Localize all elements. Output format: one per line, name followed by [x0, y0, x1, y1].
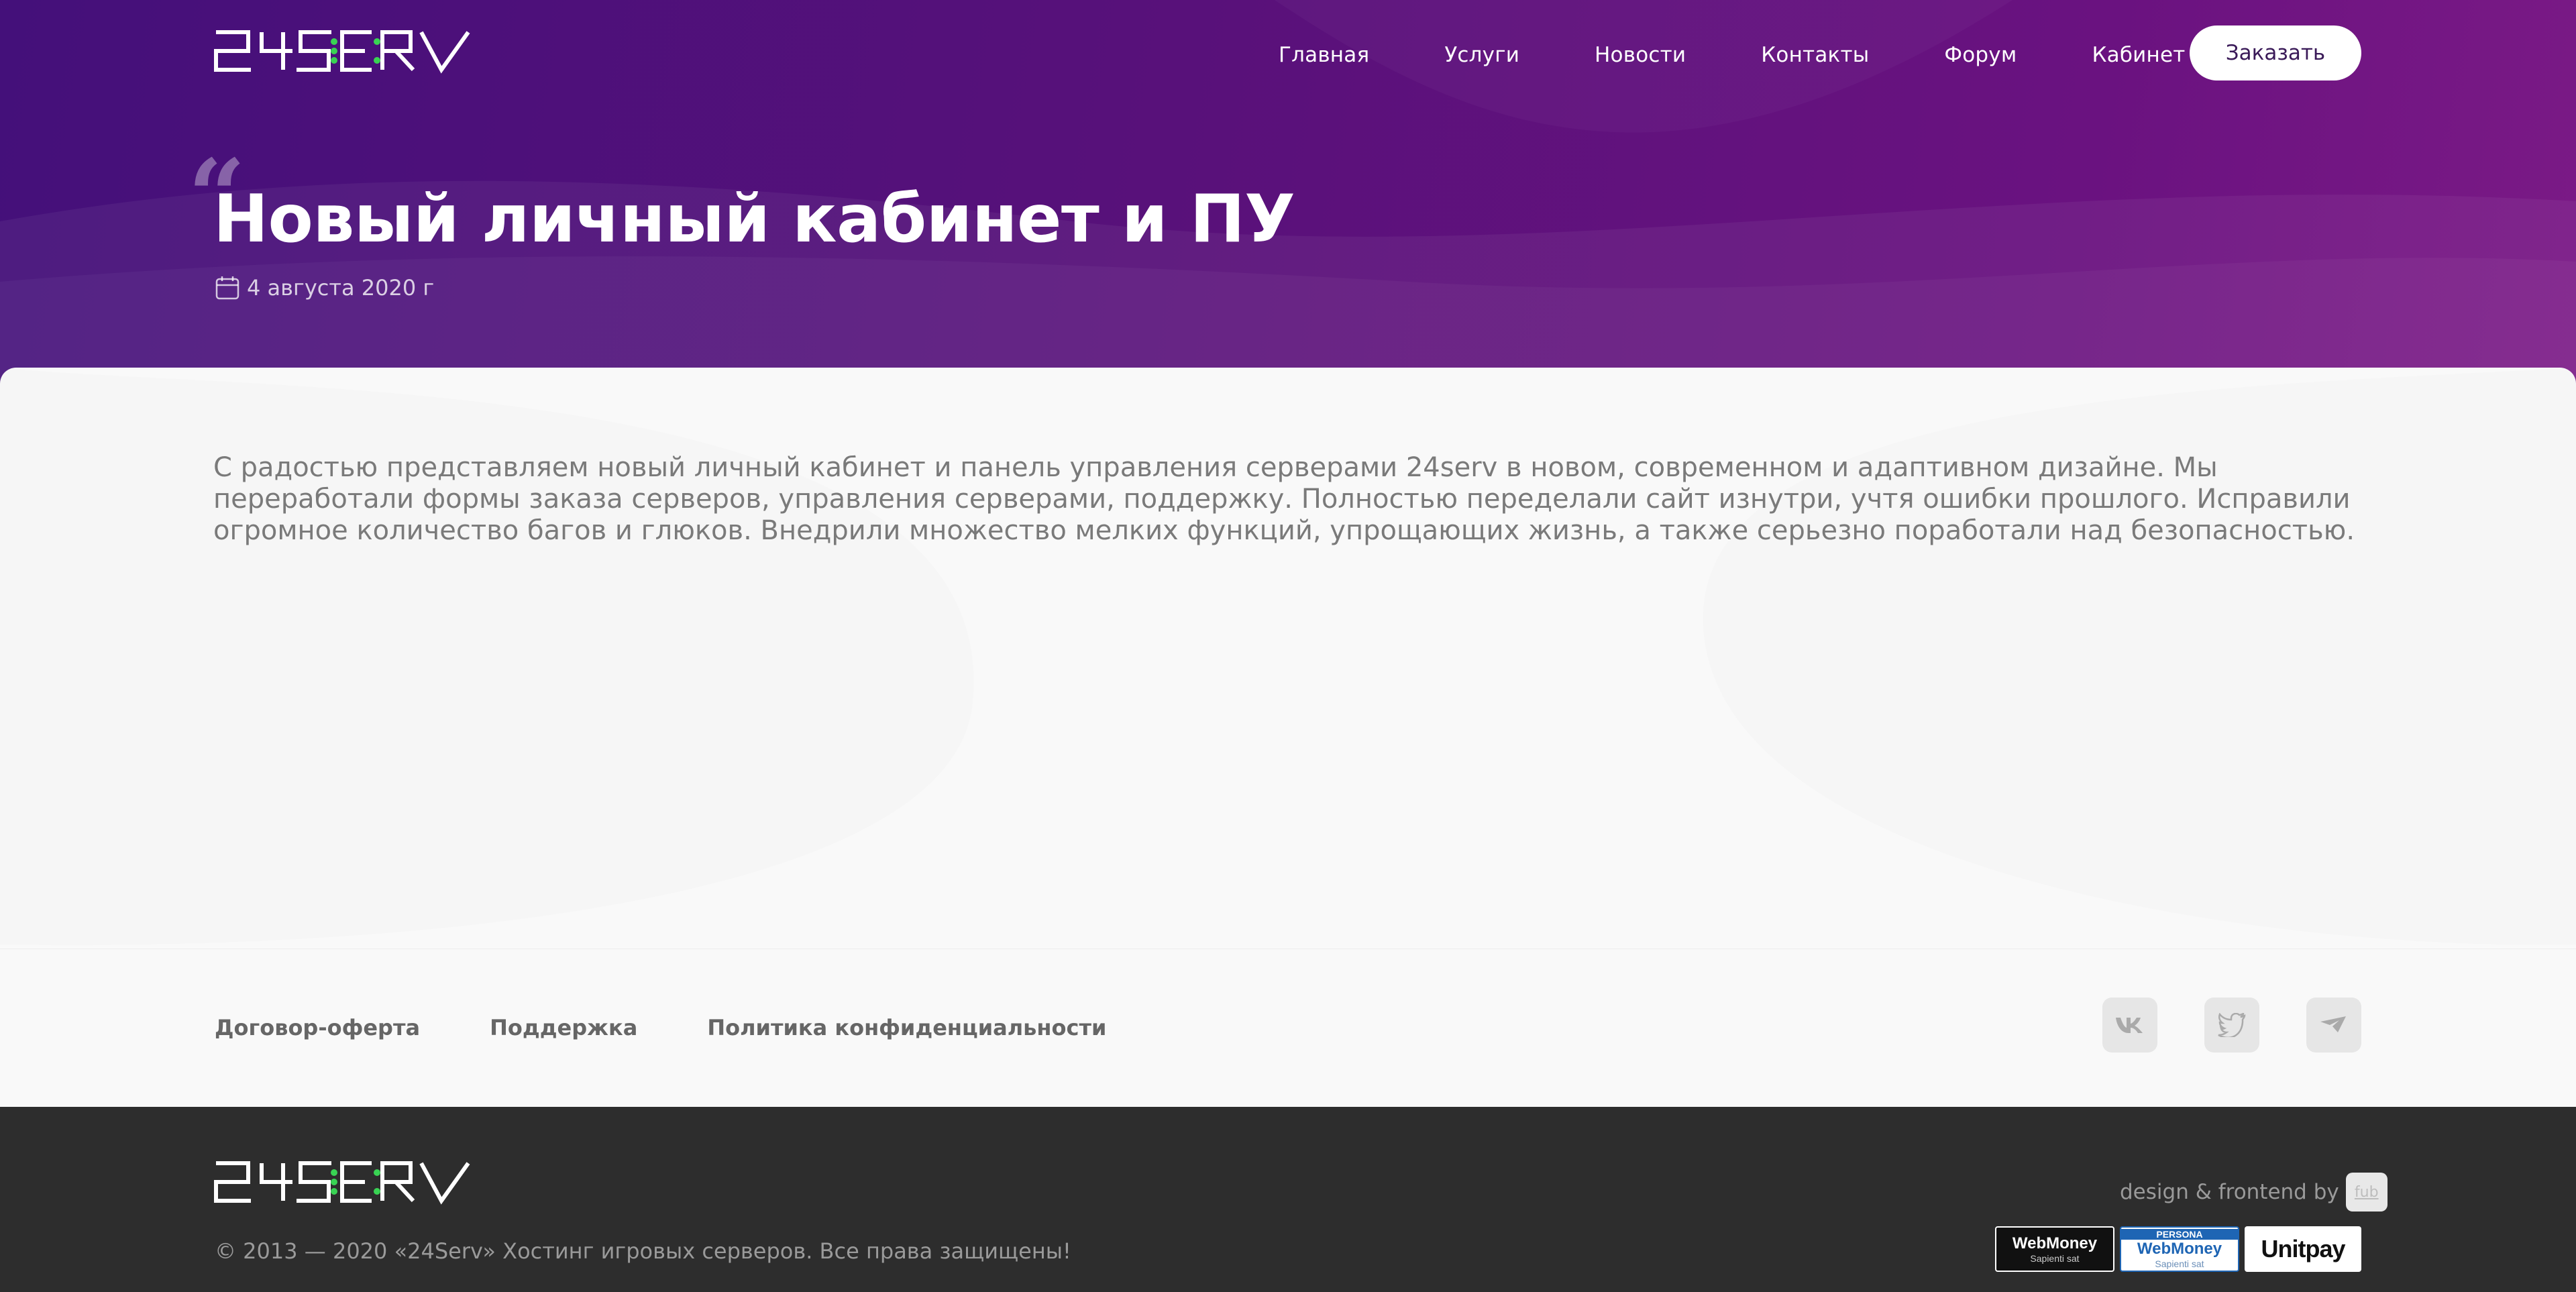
webmoney-name: WebMoney — [2012, 1234, 2098, 1252]
nav-services[interactable]: Услуги — [1444, 43, 1519, 67]
telegram-icon[interactable] — [2306, 998, 2361, 1053]
footer-links-bar: Договор-оферта Поддержка Политика конфид… — [0, 949, 2576, 1107]
fub-badge[interactable]: fub — [2345, 1173, 2387, 1212]
page-title: Новый личный кабинет и ПУ — [213, 181, 1295, 258]
webmoney-persona-badge[interactable]: PERSONA WebMoney Sapienti sat — [2120, 1226, 2239, 1272]
calendar-icon — [215, 276, 239, 300]
twitter-icon[interactable] — [2204, 998, 2259, 1053]
logo-24serv[interactable] — [213, 28, 472, 74]
webmoney-badge[interactable]: WebMoney Sapienti sat — [1995, 1226, 2114, 1272]
main-nav: Главная Услуги Новости Контакты Форум Ка… — [1241, 35, 2261, 75]
footer-logo-24serv[interactable] — [213, 1159, 472, 1205]
unitpay-name: Unitpay — [2261, 1235, 2345, 1262]
copyright-text: © 2013 — 2020 «24Serv» Хостинг игровых с… — [215, 1238, 1071, 1264]
footer: © 2013 — 2020 «24Serv» Хостинг игровых с… — [0, 1107, 2576, 1292]
link-offer-agreement[interactable]: Договор-оферта — [215, 1015, 420, 1040]
webmoney-tagline: Sapienti sat — [2030, 1253, 2080, 1264]
article-body: С радостью представляем новый личный каб… — [213, 452, 2355, 546]
nav-contacts[interactable]: Контакты — [1761, 43, 1869, 67]
design-credit: design & frontend by fub — [2120, 1173, 2387, 1212]
credit-text: design & frontend by — [2120, 1180, 2339, 1204]
nav-cabinet[interactable]: Кабинет — [2092, 43, 2185, 67]
hero-header: Главная Услуги Новости Контакты Форум Ка… — [0, 0, 2576, 402]
unitpay-badge[interactable]: Unitpay — [2245, 1226, 2361, 1272]
nav-news[interactable]: Новости — [1595, 43, 1686, 67]
vk-icon[interactable] — [2102, 998, 2157, 1053]
link-privacy-policy[interactable]: Политика конфиденциальности — [707, 1015, 1106, 1040]
article-content: С радостью представляем новый личный каб… — [0, 368, 2576, 951]
order-button[interactable]: Заказать — [2190, 25, 2361, 80]
persona-label: PERSONA — [2121, 1229, 2238, 1240]
nav-home[interactable]: Главная — [1279, 43, 1369, 67]
persona-tagline: Sapienti sat — [2155, 1258, 2204, 1269]
nav-forum[interactable]: Форум — [1944, 43, 2017, 67]
persona-webmoney-name: WebMoney — [2137, 1240, 2222, 1258]
footer-nav: Договор-оферта Поддержка Политика конфид… — [215, 1015, 1176, 1040]
date-text: 4 августа 2020 г — [247, 275, 435, 301]
link-support[interactable]: Поддержка — [490, 1015, 637, 1040]
article-date: 4 августа 2020 г — [215, 275, 434, 301]
